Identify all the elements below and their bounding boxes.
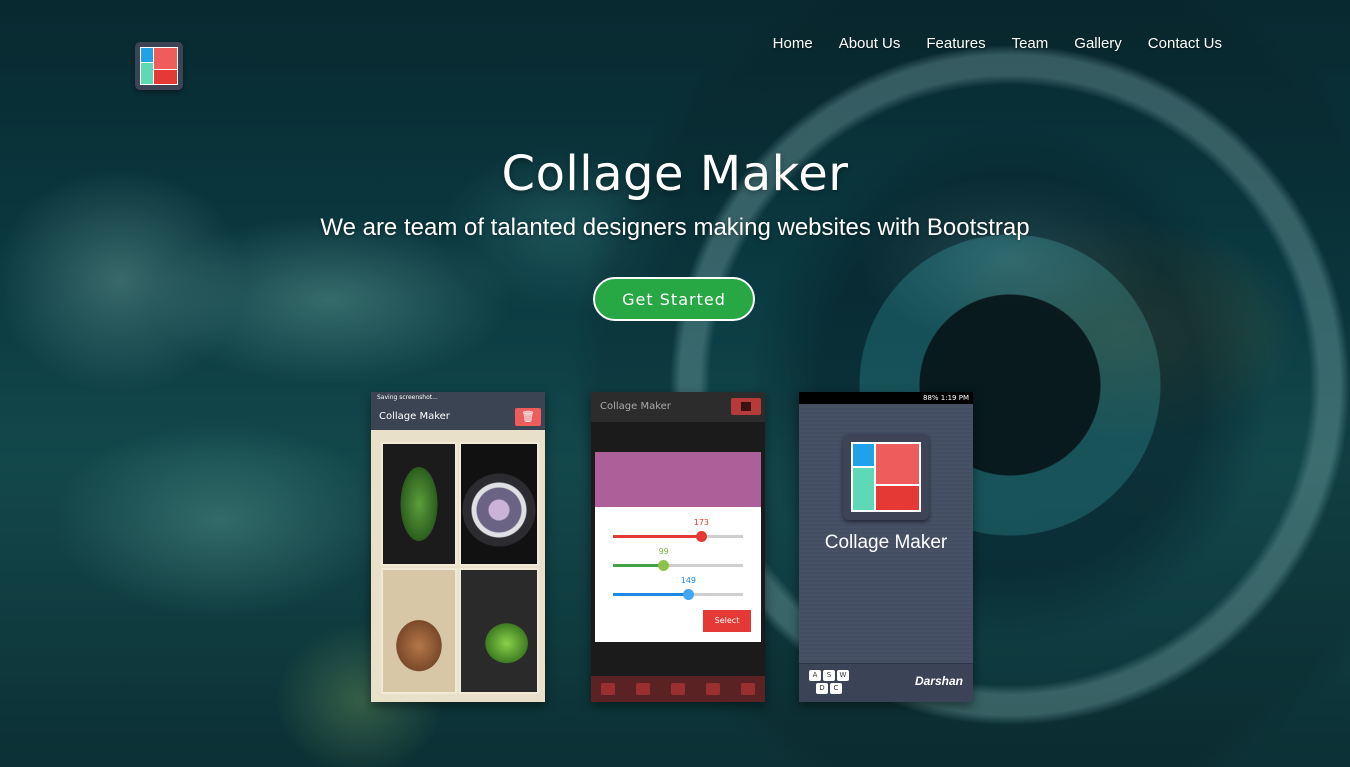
key-s: S — [823, 670, 835, 681]
darshan-brand: Darshan — [914, 674, 963, 688]
collage-photo-drop — [459, 568, 539, 694]
key-w: W — [837, 670, 849, 681]
app-name: Collage Maker — [824, 532, 948, 553]
trash-icon: 🗑 — [515, 408, 541, 426]
toolbar-icon — [601, 683, 616, 695]
blue-slider: 149 — [613, 576, 743, 600]
key-c: C — [830, 683, 842, 694]
phone-app-title: Collage Maker — [600, 401, 671, 412]
get-started-button[interactable]: Get Started — [593, 277, 755, 321]
nav-features[interactable]: Features — [926, 34, 985, 54]
phone-bottom-toolbar — [591, 676, 765, 702]
nav-gallery[interactable]: Gallery — [1074, 34, 1122, 54]
nav-home[interactable]: Home — [773, 34, 813, 54]
collage-photo-leaf — [381, 442, 457, 566]
splash-footer: A S W D C Darshan — [799, 663, 973, 702]
phone-app-bar: Collage Maker — [591, 392, 765, 422]
site-logo[interactable] — [135, 42, 183, 90]
nav-contact-us[interactable]: Contact Us — [1148, 34, 1222, 54]
toolbar-icon — [740, 683, 755, 695]
toolbar-icon — [705, 683, 720, 695]
phone-app-bar: Collage Maker 🗑 — [371, 404, 545, 430]
color-swatch — [595, 452, 761, 507]
app-icon — [843, 434, 929, 520]
key-a: A — [809, 670, 821, 681]
key-d: D — [816, 683, 828, 694]
nav-team[interactable]: Team — [1012, 34, 1049, 54]
green-slider: 99 — [613, 547, 743, 571]
phone-status-bar: 88% 1:19 PM — [799, 392, 973, 404]
main-nav: Home About Us Features Team Gallery Cont… — [773, 34, 1222, 54]
toolbar-icon — [636, 683, 651, 695]
color-dialog: 173 99 149 Select — [595, 452, 761, 642]
red-slider-knob — [695, 531, 707, 542]
hero-title: Collage Maker — [501, 146, 849, 202]
red-slider: 173 — [613, 518, 743, 542]
nav-about-us[interactable]: About Us — [839, 34, 901, 54]
red-slider-fill — [613, 535, 702, 538]
screenshot-collage-view[interactable]: Saving screenshot... Collage Maker 🗑 — [371, 392, 545, 702]
green-value: 99 — [658, 547, 669, 556]
blue-slider-knob — [682, 589, 694, 600]
blue-slider-fill — [613, 593, 689, 596]
save-icon — [731, 398, 761, 415]
green-slider-knob — [658, 560, 670, 571]
collage-photo-teapot — [381, 568, 457, 694]
green-slider-fill — [613, 564, 664, 567]
screenshot-splash-screen[interactable]: 88% 1:19 PM Collage Maker A S W D C Dars… — [799, 392, 973, 702]
phone-status-bar: Saving screenshot... — [371, 392, 545, 404]
collage-photo-lens — [459, 442, 539, 566]
phone-app-title: Collage Maker — [379, 411, 450, 422]
red-value: 173 — [693, 518, 710, 527]
screenshot-color-picker[interactable]: Collage Maker 173 99 149 Select — [591, 392, 765, 702]
select-button: Select — [703, 610, 751, 632]
blue-value: 149 — [680, 576, 697, 585]
toolbar-icon — [670, 683, 685, 695]
keys-logo: A S W D C — [809, 670, 853, 696]
hero-subtitle: We are team of talanted designers making… — [320, 214, 1030, 241]
